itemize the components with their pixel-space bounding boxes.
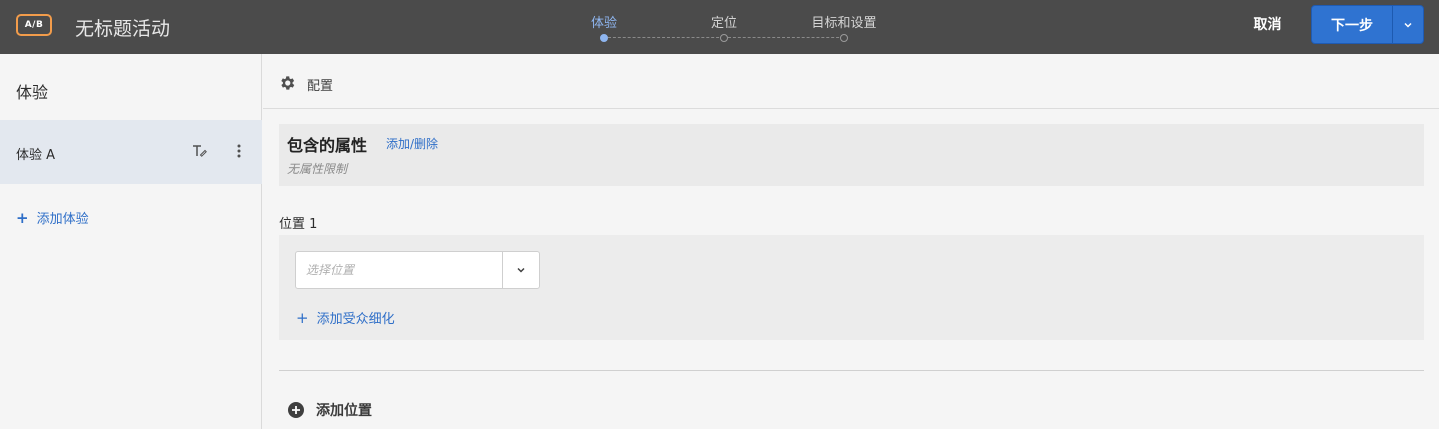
plus-circle-icon	[288, 402, 304, 418]
location-select[interactable]	[295, 251, 540, 289]
ab-activity-badge: A/B	[16, 14, 52, 36]
add-experience-button[interactable]: + 添加体验	[16, 208, 89, 228]
config-header: 配置	[263, 54, 1439, 109]
stepper-connector	[608, 37, 724, 38]
plus-icon: +	[296, 308, 309, 327]
top-bar: A/B 无标题活动 体验 定位 目标和设置 取消 下一步	[0, 0, 1439, 54]
stepper-connector	[728, 37, 844, 38]
next-options-button[interactable]	[1393, 6, 1423, 43]
step-goals-settings[interactable]: 目标和设置	[811, 12, 876, 31]
step-targeting[interactable]: 定位	[711, 12, 737, 31]
included-attributes-panel: 包含的属性 添加/删除 无属性限制	[279, 124, 1424, 186]
add-experience-label: 添加体验	[36, 212, 89, 227]
location-select-input[interactable]	[296, 252, 502, 288]
location-title: 位置 1	[279, 217, 318, 232]
add-audience-refinement-label: 添加受众细化	[316, 312, 395, 327]
next-button-group: 下一步	[1311, 5, 1424, 44]
cancel-button[interactable]: 取消	[1240, 14, 1295, 34]
experience-sidebar: 体验 体验 A + 添加体验	[0, 54, 262, 429]
experience-item[interactable]: 体验 A	[0, 120, 262, 184]
location-select-toggle[interactable]	[502, 252, 539, 288]
add-location-label: 添加位置	[316, 403, 372, 419]
step-experience-dot[interactable]	[600, 34, 608, 42]
step-goals-settings-dot[interactable]	[840, 34, 848, 42]
add-location-button[interactable]: 添加位置	[288, 400, 372, 420]
included-attributes-title: 包含的属性	[287, 136, 368, 155]
section-divider	[279, 370, 1424, 371]
add-audience-refinement-button[interactable]: + 添加受众细化	[296, 308, 395, 328]
more-options-icon[interactable]	[231, 142, 247, 160]
gear-icon	[281, 76, 295, 90]
next-button[interactable]: 下一步	[1312, 6, 1392, 43]
workflow-stepper: 体验 定位 目标和设置	[560, 0, 920, 54]
chevron-down-icon	[1404, 22, 1412, 28]
config-label: 配置	[307, 79, 334, 94]
plus-icon: +	[16, 208, 29, 227]
sidebar-title: 体验	[16, 83, 49, 102]
experience-item-label: 体验 A	[16, 148, 56, 163]
chevron-down-icon	[517, 267, 525, 273]
main-content: 配置 包含的属性 添加/删除 无属性限制 位置 1 + 添加受众细化 添加位置	[263, 54, 1439, 429]
location-panel: + 添加受众细化	[279, 235, 1424, 340]
step-experience[interactable]: 体验	[591, 12, 617, 31]
attributes-empty-text: 无属性限制	[287, 162, 348, 176]
step-targeting-dot[interactable]	[720, 34, 728, 42]
rename-icon[interactable]	[191, 142, 209, 160]
activity-title[interactable]: 无标题活动	[75, 14, 170, 41]
add-remove-attributes-link[interactable]: 添加/删除	[386, 135, 438, 152]
